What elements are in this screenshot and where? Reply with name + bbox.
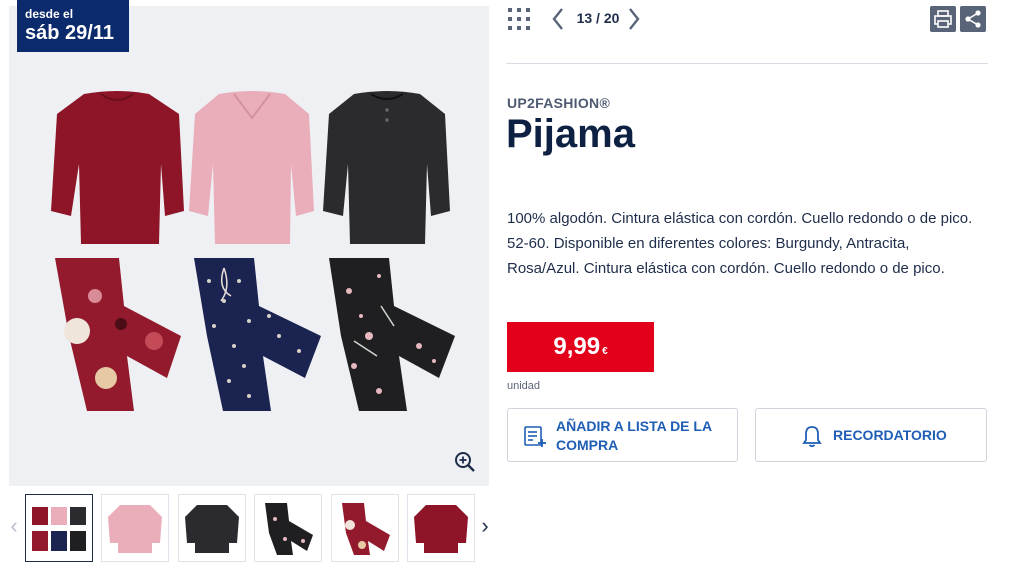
thumbnail-strip: ‹ ›	[0, 490, 500, 566]
product-image[interactable]	[9, 6, 489, 486]
grid-icon[interactable]	[506, 6, 532, 32]
thumbnail-all-image	[32, 507, 86, 551]
add-to-list-label: AÑADIR A LISTA DE LA COMPRA	[556, 418, 712, 453]
list-add-icon	[524, 426, 546, 447]
zoom-in-icon[interactable]	[453, 450, 477, 474]
thumbnail-black-top-image	[185, 505, 239, 553]
price-currency: €	[602, 346, 608, 357]
print-icon[interactable]	[930, 6, 956, 32]
anthracite-top	[323, 91, 450, 244]
thumbnail-all[interactable]	[25, 494, 93, 562]
thumbnail-burgundy-pants[interactable]	[331, 494, 399, 562]
share-icon[interactable]	[960, 6, 986, 32]
pink-top	[189, 91, 314, 244]
availability-date-badge: desde el sáb 29/11	[17, 0, 129, 52]
bell-icon	[802, 426, 822, 448]
price-unit: unidad	[507, 380, 541, 392]
black-floral-pants	[329, 258, 455, 411]
burgundy-floral-pants	[55, 258, 181, 411]
chevron-left-icon[interactable]	[550, 6, 566, 32]
thumb-next-icon[interactable]: ›	[477, 514, 493, 538]
badge-line2: sáb 29/11	[25, 22, 114, 44]
reminder-button[interactable]: RECORDATORIO	[755, 408, 987, 462]
burgundy-top	[51, 91, 184, 244]
navy-pants	[194, 258, 321, 411]
reminder-label: RECORDATORIO	[833, 427, 947, 443]
chevron-right-icon[interactable]	[626, 6, 642, 32]
pajama-garments-illustration	[51, 91, 455, 411]
product-brand: UP2FASHION®	[507, 95, 611, 111]
thumbnail-pink-top-image	[108, 505, 162, 553]
header-divider	[506, 63, 988, 64]
product-title: Pijama	[506, 112, 635, 156]
thumbnail-pink-top[interactable]	[101, 494, 169, 562]
thumb-prev-icon[interactable]: ‹	[6, 514, 22, 538]
price-box: 9,99 €	[507, 322, 654, 372]
thumbnail-burgundy-pants-image	[342, 503, 390, 555]
badge-line1: desde el	[25, 7, 74, 21]
thumbnail-black-pants-image	[265, 503, 313, 555]
product-navigation-bar: 13 / 20	[506, 4, 988, 34]
pager-counter: 13 / 20	[576, 10, 620, 26]
add-to-shopping-list-button[interactable]: AÑADIR A LISTA DE LA COMPRA	[507, 408, 738, 462]
thumbnail-black-top[interactable]	[178, 494, 246, 562]
thumbnail-burgundy-top[interactable]	[407, 494, 475, 562]
product-description: 100% algodón. Cintura elástica con cordó…	[507, 210, 973, 277]
price-amount: 9,99	[553, 333, 601, 360]
thumbnail-burgundy-top-image	[414, 505, 468, 553]
thumbnail-black-pants[interactable]	[254, 494, 322, 562]
